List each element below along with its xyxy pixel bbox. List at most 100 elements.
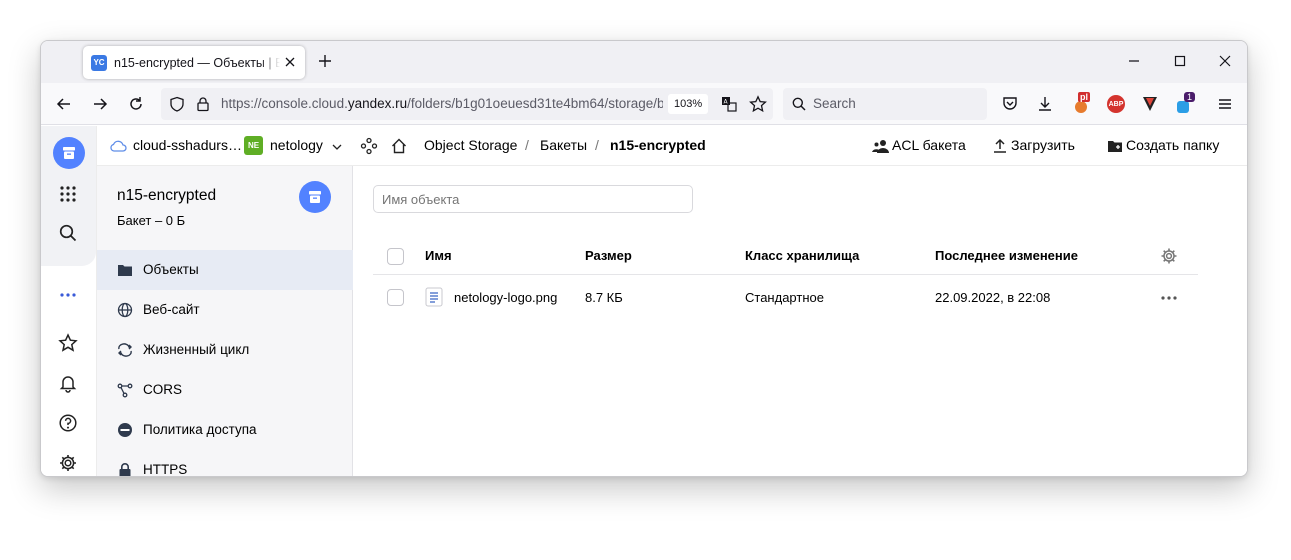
upload-button[interactable]: Загрузить xyxy=(993,126,1083,166)
sidebar-item-access-policy[interactable]: Политика доступа xyxy=(97,410,353,450)
url-text[interactable]: https://console.cloud.yandex.ru/folders/… xyxy=(221,96,663,111)
tab-strip: YC n15-encrypted — Объекты | Бакеты | Ob… xyxy=(41,41,1247,83)
row-checkbox[interactable] xyxy=(387,289,404,306)
new-folder-icon xyxy=(1108,141,1122,152)
url-prefix: https://console.cloud. xyxy=(221,96,348,111)
sidebar-item-label: Объекты xyxy=(143,262,199,277)
folder-badge: NE xyxy=(244,136,263,155)
lock-icon[interactable] xyxy=(195,96,211,112)
extension-count-badge: 1 xyxy=(1184,92,1196,102)
url-domain: yandex.ru xyxy=(347,96,408,111)
maximize-icon[interactable] xyxy=(1173,54,1187,68)
help-icon[interactable] xyxy=(58,413,78,433)
forward-arrow-icon[interactable] xyxy=(91,95,109,113)
breadcrumb-buckets[interactable]: Бакеты xyxy=(540,137,587,153)
more-dots-icon[interactable] xyxy=(58,285,78,305)
chevron-down-icon[interactable] xyxy=(331,141,343,153)
home-icon[interactable] xyxy=(390,137,408,155)
object-name[interactable]: netology-logo.png xyxy=(454,290,557,305)
sidebar-item-objects[interactable]: Объекты xyxy=(97,250,353,290)
object-size: 8.7 КБ xyxy=(585,290,623,305)
search-bar[interactable]: Search xyxy=(783,88,987,120)
extension-counter[interactable]: 1 xyxy=(1175,92,1197,116)
sidebar-item-label: HTTPS xyxy=(143,462,188,477)
table-row[interactable]: netology-logo.png 8.7 КБ Стандартное 22.… xyxy=(373,278,1198,318)
url-path: /folders/b1g01oeuesd31te4bm64/storage/bu… xyxy=(407,96,663,111)
all-services-grid-icon[interactable] xyxy=(58,184,78,204)
console-header: cloud-sshadurs… NE netology Object Stora… xyxy=(97,126,1247,166)
back-arrow-icon[interactable] xyxy=(55,95,73,113)
acl-button-label: ACL бакета xyxy=(892,137,966,153)
breadcrumb-separator: / xyxy=(525,137,529,153)
shield-icon[interactable] xyxy=(169,96,185,112)
select-all-checkbox[interactable] xyxy=(387,248,404,265)
yandex-cloud-favicon: YC xyxy=(91,54,107,71)
object-name-filter-input[interactable] xyxy=(373,185,693,213)
sidebar-item-lifecycle[interactable]: Жизненный цикл xyxy=(97,330,353,370)
zoom-level[interactable]: 103% xyxy=(668,94,709,114)
column-name[interactable]: Имя xyxy=(425,248,452,263)
close-window-icon[interactable] xyxy=(1218,54,1232,68)
sidebar-item-label: Веб-сайт xyxy=(143,302,200,317)
upload-arrow-icon xyxy=(994,138,1006,153)
adblock-plus-icon[interactable]: ABP xyxy=(1107,95,1125,113)
browser-tab[interactable]: YC n15-encrypted — Объекты | Бакеты | Ob… xyxy=(83,46,305,79)
sidebar-item-label: Политика доступа xyxy=(143,422,257,437)
browser-window: YC n15-encrypted — Объекты | Бакеты | Ob… xyxy=(40,40,1248,477)
bucket-avatar xyxy=(299,181,331,213)
translate-icon[interactable]: A xyxy=(721,96,737,112)
bucket-info: Бакет – 0 Б xyxy=(117,213,186,228)
navigation-bar: https://console.cloud.yandex.ru/folders/… xyxy=(41,83,1247,125)
bucket-sidebar: n15-encrypted Бакет – 0 Б Объекты Веб-са… xyxy=(97,166,353,477)
download-icon[interactable] xyxy=(1036,95,1054,113)
pocket-icon[interactable] xyxy=(1001,95,1019,113)
bucket-name: n15-encrypted xyxy=(117,187,217,204)
cloud-icon xyxy=(110,140,127,152)
column-size[interactable]: Размер xyxy=(585,248,632,263)
sidebar-item-website[interactable]: Веб-сайт xyxy=(97,290,353,330)
extension-pl-icon[interactable]: pl xyxy=(1072,92,1092,114)
column-storage-class[interactable]: Класс хранилища xyxy=(745,248,859,263)
users-icon xyxy=(872,140,889,153)
close-tab-icon[interactable] xyxy=(283,55,297,69)
minimize-icon[interactable] xyxy=(1127,54,1141,68)
search-icon xyxy=(792,97,806,111)
file-icon xyxy=(425,287,443,307)
sidebar-item-https[interactable]: HTTPS xyxy=(97,450,353,477)
column-last-modified[interactable]: Последнее изменение xyxy=(935,248,1078,263)
table-settings-gear-icon[interactable] xyxy=(1160,247,1178,265)
vivaldi-icon[interactable] xyxy=(1141,95,1159,113)
table-header: Имя Размер Класс хранилища Последнее изм… xyxy=(373,238,1198,275)
search-icon[interactable] xyxy=(58,223,78,243)
acl-button[interactable]: ACL бакета xyxy=(872,126,972,166)
create-folder-button[interactable]: Создать папку xyxy=(1107,126,1227,166)
sidebar-item-label: CORS xyxy=(143,382,183,397)
storage-box-icon xyxy=(63,147,75,159)
object-last-modified: 22.09.2022, в 22:08 xyxy=(935,290,1051,305)
yandex-cloud-console: cloud-sshadurs… NE netology Object Stora… xyxy=(41,126,1247,477)
object-storage-class: Стандартное xyxy=(745,290,824,305)
cycle-icon xyxy=(118,343,132,357)
upload-button-label: Загрузить xyxy=(1011,137,1075,153)
notifications-bell-icon[interactable] xyxy=(58,373,78,393)
folder-selector[interactable]: netology xyxy=(270,137,323,153)
address-bar[interactable]: https://console.cloud.yandex.ru/folders/… xyxy=(161,88,773,120)
lock-icon xyxy=(119,463,131,476)
cloud-selector[interactable]: cloud-sshadurs… xyxy=(133,137,242,153)
bookmark-star-icon[interactable] xyxy=(749,95,767,113)
menu-icon[interactable] xyxy=(1216,95,1234,113)
favorites-star-icon[interactable] xyxy=(58,333,78,353)
folder-icon xyxy=(118,265,132,276)
row-actions-more-icon[interactable] xyxy=(1160,290,1178,306)
new-tab-icon[interactable] xyxy=(317,53,333,69)
connections-icon[interactable] xyxy=(360,137,378,155)
cors-icon xyxy=(117,383,133,398)
breadcrumb-object-storage[interactable]: Object Storage xyxy=(424,137,517,153)
sidebar-item-cors[interactable]: CORS xyxy=(97,370,353,410)
storage-box-icon xyxy=(309,191,321,203)
reload-icon[interactable] xyxy=(127,95,145,113)
object-storage-service-icon[interactable] xyxy=(53,137,85,169)
extension-badge: pl xyxy=(1078,92,1090,102)
objects-panel: Имя Размер Класс хранилища Последнее изм… xyxy=(353,166,1247,476)
settings-gear-icon[interactable] xyxy=(58,453,78,473)
